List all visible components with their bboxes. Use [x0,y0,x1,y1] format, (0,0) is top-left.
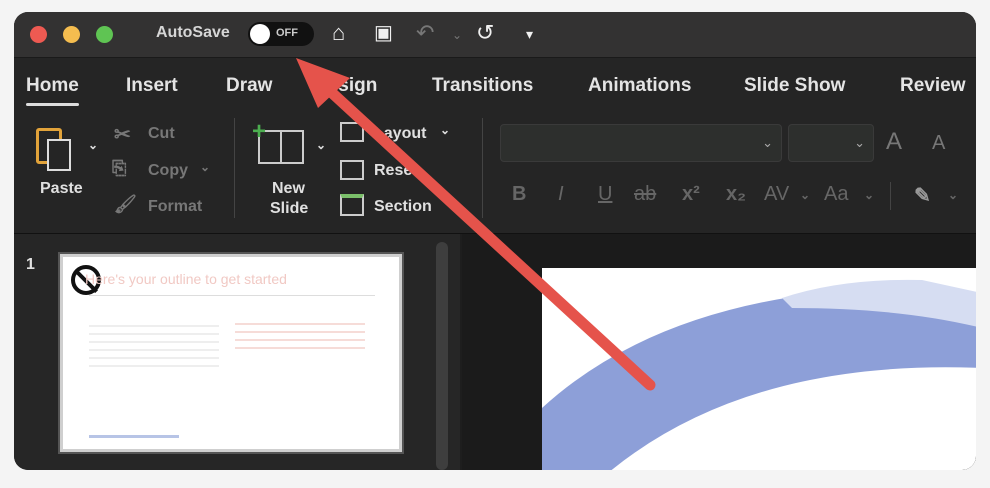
annotation-arrow [296,58,656,391]
